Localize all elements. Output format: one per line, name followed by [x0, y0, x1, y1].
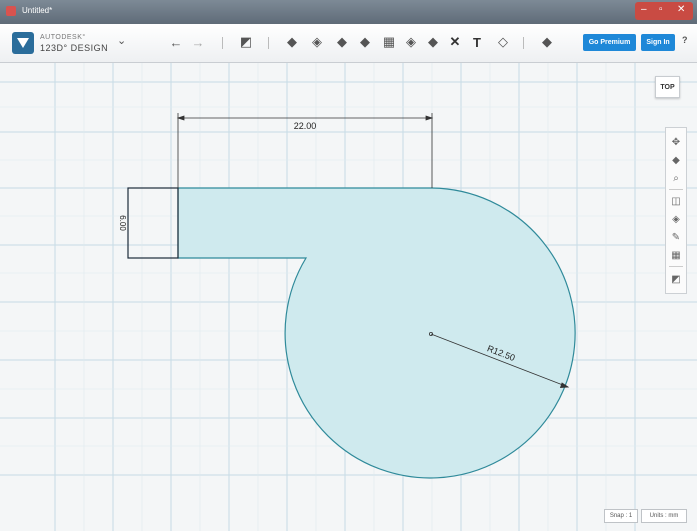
measure-icon[interactable]: ◆	[425, 34, 441, 50]
window-controls[interactable]: – ▫ ✕	[635, 2, 693, 20]
chevron-down-icon[interactable]: ⌄	[117, 34, 126, 47]
width-dimension-label: 22.00	[294, 121, 317, 131]
redo-icon[interactable]: →	[190, 34, 206, 50]
toolbar-divider	[222, 37, 223, 49]
snap-icon[interactable]: ◇	[495, 34, 511, 50]
app-logo-icon	[6, 6, 16, 16]
fit-icon[interactable]: ◫	[666, 193, 686, 209]
navigation-bar: ✥ ◆ ⌕ ◫ ◈ ✎ ▦ ◩	[665, 127, 687, 294]
modify-icon[interactable]: ◆	[334, 34, 350, 50]
sketch-icon[interactable]: ◆	[284, 34, 300, 50]
height-dimension-label: 6.00	[118, 215, 127, 231]
materials-icon[interactable]: ◩	[666, 271, 686, 287]
brand-line-2: 123D° DESIGN	[40, 43, 109, 53]
app-menu-button[interactable]	[12, 32, 34, 54]
toolbar-divider	[268, 37, 269, 49]
material-icon[interactable]: ◆	[539, 34, 555, 50]
close-icon[interactable]: ✕	[677, 4, 685, 15]
text-icon[interactable]: T	[469, 34, 485, 50]
maximize-icon[interactable]: ▫	[659, 4, 663, 15]
nav-divider	[669, 189, 683, 190]
grouping-icon[interactable]: ▦	[381, 34, 397, 50]
minimize-icon[interactable]: –	[641, 4, 647, 15]
help-button[interactable]: ?	[682, 35, 688, 45]
delete-icon[interactable]: ✕	[447, 34, 463, 50]
design-canvas[interactable]: 22.00 6.00 R12.50	[0, 63, 697, 531]
pan-icon[interactable]: ✥	[666, 134, 686, 150]
construct-icon[interactable]: ◈	[309, 34, 325, 50]
edit-icon[interactable]: ✎	[666, 229, 686, 245]
grid-icon[interactable]: ▦	[666, 247, 686, 263]
undo-icon[interactable]: ←	[168, 34, 184, 50]
brand-line-1: AUTODESK°	[40, 34, 86, 41]
window-title-bar: Untitled* – ▫ ✕	[0, 0, 697, 24]
orbit-icon[interactable]: ◆	[666, 152, 686, 168]
window-title: Untitled*	[22, 6, 53, 15]
combine-icon[interactable]: ◈	[403, 34, 419, 50]
zoom-icon[interactable]: ⌕	[666, 170, 686, 186]
pattern-icon[interactable]: ◆	[357, 34, 373, 50]
visual-style-icon[interactable]: ◈	[666, 211, 686, 227]
sign-in-button[interactable]: Sign In	[641, 34, 675, 51]
primitives-icon[interactable]: ◩	[238, 34, 254, 50]
toolbar-divider	[523, 37, 524, 49]
units-status[interactable]: Units : mm	[641, 509, 687, 523]
view-cube[interactable]: TOP	[655, 76, 680, 98]
go-premium-button[interactable]: Go Premium	[583, 34, 636, 51]
snap-status[interactable]: Snap : 1	[604, 509, 638, 523]
nav-divider	[669, 266, 683, 267]
